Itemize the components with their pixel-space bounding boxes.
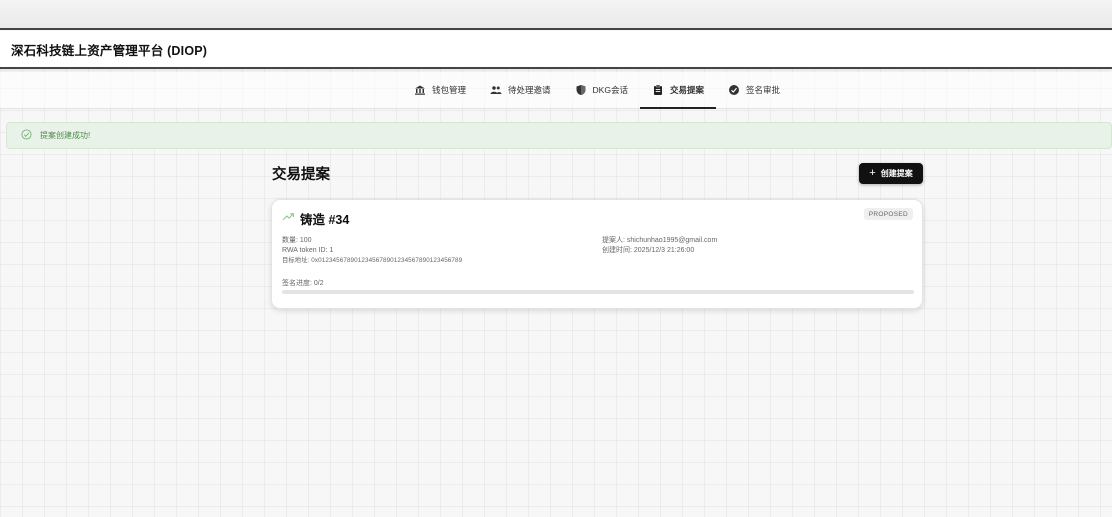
tab-label: 待处理邀请 [508, 85, 551, 95]
main-nav: 钱包管理 待处理邀请 DKG会话 交易提案 签名审批 [0, 72, 1112, 109]
page-title: 交易提案 [272, 167, 330, 183]
proposal-target-address: 目标地址: 0x01234567890123456789012345678901… [282, 257, 463, 264]
proposal-details: 数量: 100 RWA token ID: 1 目标地址: 0x01234567… [282, 236, 462, 266]
tab-dkg-session[interactable]: DKG会话 [563, 72, 640, 108]
tab-wallet-management[interactable]: 钱包管理 [402, 72, 478, 108]
tab-transaction-proposals[interactable]: 交易提案 [639, 72, 716, 109]
proposal-card[interactable]: 铸造 #34 PROPOSED 数量: 100 RWA token ID: 1 … [271, 199, 923, 309]
create-proposal-label: 创建提案 [880, 169, 913, 178]
clipboard-icon [652, 84, 664, 96]
tab-label: 钱包管理 [432, 85, 467, 95]
proposal-title: 铸造 #34 [300, 213, 350, 227]
group-icon [490, 84, 502, 96]
success-alert: 提案创建成功! [6, 122, 1112, 149]
tab-pending-invitations[interactable]: 待处理邀请 [478, 72, 563, 108]
bank-icon [414, 84, 426, 96]
tab-label: 签名审批 [745, 85, 780, 95]
check-circle-outline-icon [21, 127, 32, 145]
proposal-meta: 提案人: shichunhao1995@gmail.com 创建时间: 2025… [602, 236, 717, 256]
proposal-card-header: 铸造 #34 [282, 209, 349, 228]
tab-signature-approval[interactable]: 签名审批 [716, 72, 792, 108]
tab-label: 交易提案 [669, 85, 704, 95]
signature-progress-bar [282, 290, 914, 294]
plus-icon: + [869, 167, 876, 179]
app-title: 深石科技链上资产管理平台 (DIOP) [11, 43, 208, 58]
proposal-token-id: RWA token ID: 1 [282, 247, 334, 254]
trending-up-icon [282, 210, 295, 228]
app-header: 深石科技链上资产管理平台 (DIOP) [0, 31, 1112, 69]
proposal-amount: 数量: 100 [282, 237, 312, 244]
tab-label: DKG会话 [592, 85, 628, 95]
create-proposal-button[interactable]: + 创建提案 [859, 163, 923, 184]
browser-top-strip [0, 0, 1112, 30]
status-badge: PROPOSED [863, 208, 913, 220]
alert-message: 提案创建成功! [40, 131, 91, 140]
check-circle-icon [728, 84, 740, 96]
signature-progress-label: 签名进度: 0/2 [282, 280, 324, 287]
proposal-created-time: 创建时间: 2025/12/3 21:26:00 [602, 247, 695, 254]
proposal-proposer: 提案人: shichunhao1995@gmail.com [602, 237, 718, 244]
shield-icon [575, 84, 587, 96]
